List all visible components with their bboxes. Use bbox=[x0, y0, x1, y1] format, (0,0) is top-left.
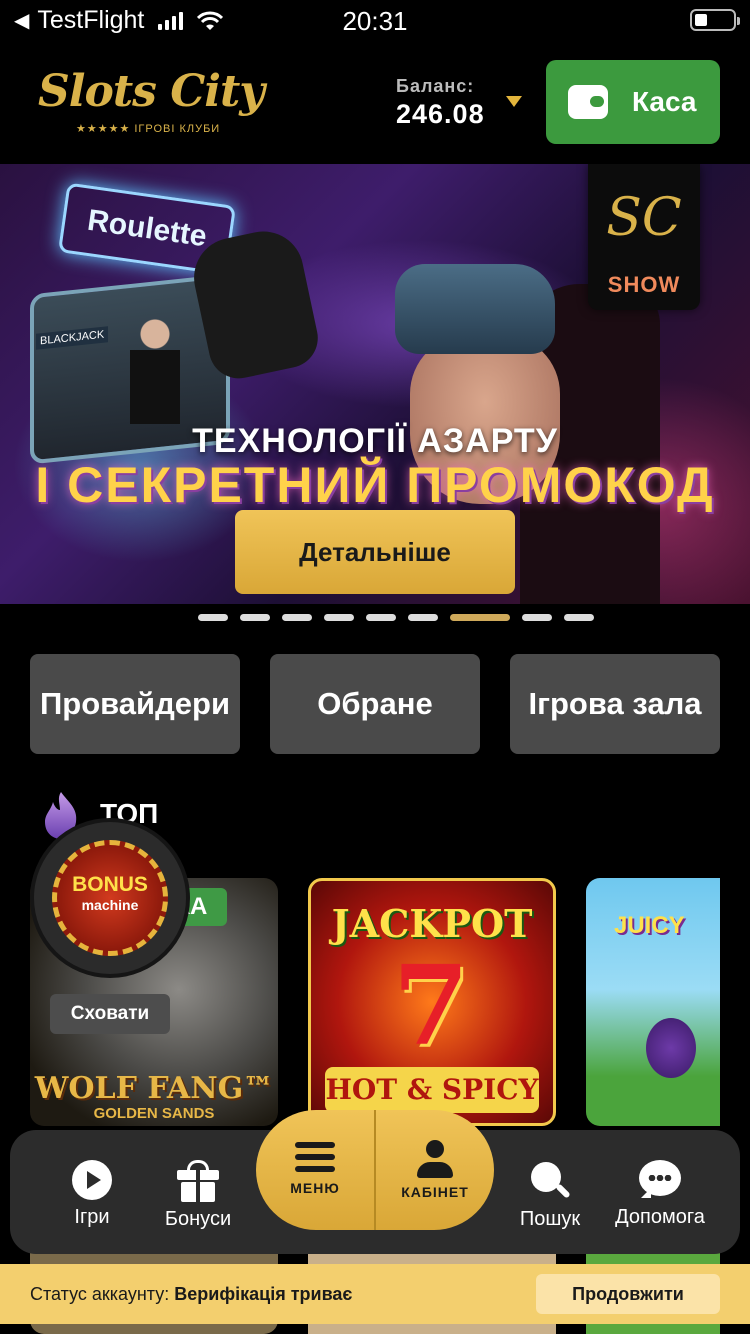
cashier-button[interactable]: Каса bbox=[546, 60, 720, 144]
nav-label: Пошук bbox=[519, 1208, 581, 1230]
vr-headset-image bbox=[395, 264, 555, 354]
nav-cabinet[interactable]: КАБІНЕТ bbox=[376, 1140, 494, 1200]
sc-show-badge: SC SHOW bbox=[588, 164, 700, 310]
battery-icon bbox=[690, 9, 740, 31]
verification-text: Статус аккаунту: Верифікація триває bbox=[30, 1284, 352, 1305]
banner-details-button[interactable]: Детальніше bbox=[235, 510, 515, 594]
header: Slots City ★★★★★ ІГРОВІ КЛУБИ Баланс: 24… bbox=[0, 42, 750, 164]
nav-label: Ігри bbox=[74, 1206, 110, 1228]
verification-label: Статус аккаунту: bbox=[30, 1284, 170, 1304]
balance[interactable]: Баланс: 246.08 bbox=[396, 76, 485, 130]
logo[interactable]: Slots City ★★★★★ ІГРОВІ КЛУБИ bbox=[28, 62, 265, 142]
carousel-dot[interactable] bbox=[450, 614, 510, 621]
game-subtitle: GOLDEN SANDS bbox=[93, 1105, 215, 1122]
carousel-dot[interactable] bbox=[198, 614, 228, 621]
game-card-juicy[interactable]: JUICY bbox=[586, 878, 720, 1126]
bonus-line1: BONUS bbox=[72, 873, 148, 896]
carousel-dot[interactable] bbox=[564, 614, 594, 621]
game-title: JACKPOT bbox=[331, 901, 533, 946]
nav-search[interactable]: Пошук bbox=[500, 1160, 600, 1231]
status-time: 20:31 bbox=[342, 6, 408, 36]
gift-icon bbox=[177, 1160, 219, 1202]
bonus-machine-icon: BONUS machine bbox=[52, 840, 168, 956]
status-bar: ◀ TestFlight 20:31 bbox=[0, 0, 750, 42]
game-hall-button[interactable]: Ігрова зала bbox=[510, 654, 720, 754]
game-subtitle: HOT & SPICY bbox=[325, 1067, 539, 1113]
carousel-dot[interactable] bbox=[408, 614, 438, 621]
logo-subtitle: ★★★★★ ІГРОВІ КЛУБИ bbox=[76, 123, 221, 135]
balance-label: Баланс: bbox=[396, 76, 475, 96]
carousel-dot[interactable] bbox=[324, 614, 354, 621]
carousel-dot[interactable] bbox=[366, 614, 396, 621]
search-icon bbox=[529, 1160, 571, 1202]
fruit-image bbox=[646, 1018, 696, 1078]
verification-bar: Статус аккаунту: Верифікація триває Прод… bbox=[0, 1264, 750, 1324]
sc-logo-mark: SC bbox=[606, 188, 682, 248]
play-icon bbox=[72, 1160, 112, 1200]
nav-label: МЕНЮ bbox=[290, 1180, 340, 1196]
bonus-machine-widget[interactable]: BONUS machine bbox=[34, 822, 186, 974]
chat-icon bbox=[639, 1160, 681, 1200]
game-title: JUICY bbox=[614, 912, 685, 939]
bonus-line2: machine bbox=[81, 897, 139, 913]
continue-button[interactable]: Продовжити bbox=[536, 1274, 720, 1314]
show-label: SHOW bbox=[607, 272, 681, 297]
game-title: WOLF FANG™ bbox=[34, 1071, 274, 1106]
user-icon bbox=[417, 1140, 453, 1178]
verification-status: Верифікація триває bbox=[174, 1284, 353, 1304]
nav-help[interactable]: Допомога bbox=[606, 1160, 714, 1229]
carousel-dot[interactable] bbox=[240, 614, 270, 621]
promo-banner[interactable]: Roulette BLACKJACK SC SHOW ТЕХНОЛОГІЇ АЗ… bbox=[0, 164, 750, 604]
seven-symbol: 7 bbox=[392, 941, 470, 1070]
providers-button[interactable]: Провайдери bbox=[30, 654, 240, 754]
nav-label: КАБІНЕТ bbox=[401, 1184, 469, 1200]
nav-label: Допомога bbox=[615, 1206, 705, 1228]
carousel-dot[interactable] bbox=[282, 614, 312, 621]
cashier-label: Каса bbox=[632, 86, 697, 117]
caret-down-icon[interactable] bbox=[506, 96, 522, 107]
dealer-image bbox=[130, 314, 180, 424]
hide-bonus-button[interactable]: Сховати bbox=[50, 994, 170, 1034]
banner-subheadline: І СЕКРЕТНИЙ ПРОМОКОД bbox=[35, 457, 715, 513]
nav-games[interactable]: Ігри bbox=[42, 1160, 142, 1229]
game-card-jackpot[interactable]: JACKPOT 7 HOT & SPICY bbox=[308, 878, 556, 1126]
favorites-button[interactable]: Обране bbox=[270, 654, 480, 754]
carousel-dot[interactable] bbox=[522, 614, 552, 621]
nav-bonuses[interactable]: Бонуси bbox=[148, 1160, 248, 1231]
center-nav-pill: МЕНЮ КАБІНЕТ bbox=[256, 1110, 494, 1230]
balance-value: 246.08 bbox=[396, 99, 485, 129]
menu-icon bbox=[295, 1140, 335, 1174]
nav-label: Бонуси bbox=[164, 1208, 232, 1230]
nav-menu[interactable]: МЕНЮ bbox=[256, 1140, 374, 1196]
carousel-dots bbox=[0, 614, 750, 624]
logo-text: Slots City bbox=[38, 66, 265, 117]
wallet-icon bbox=[568, 85, 608, 119]
